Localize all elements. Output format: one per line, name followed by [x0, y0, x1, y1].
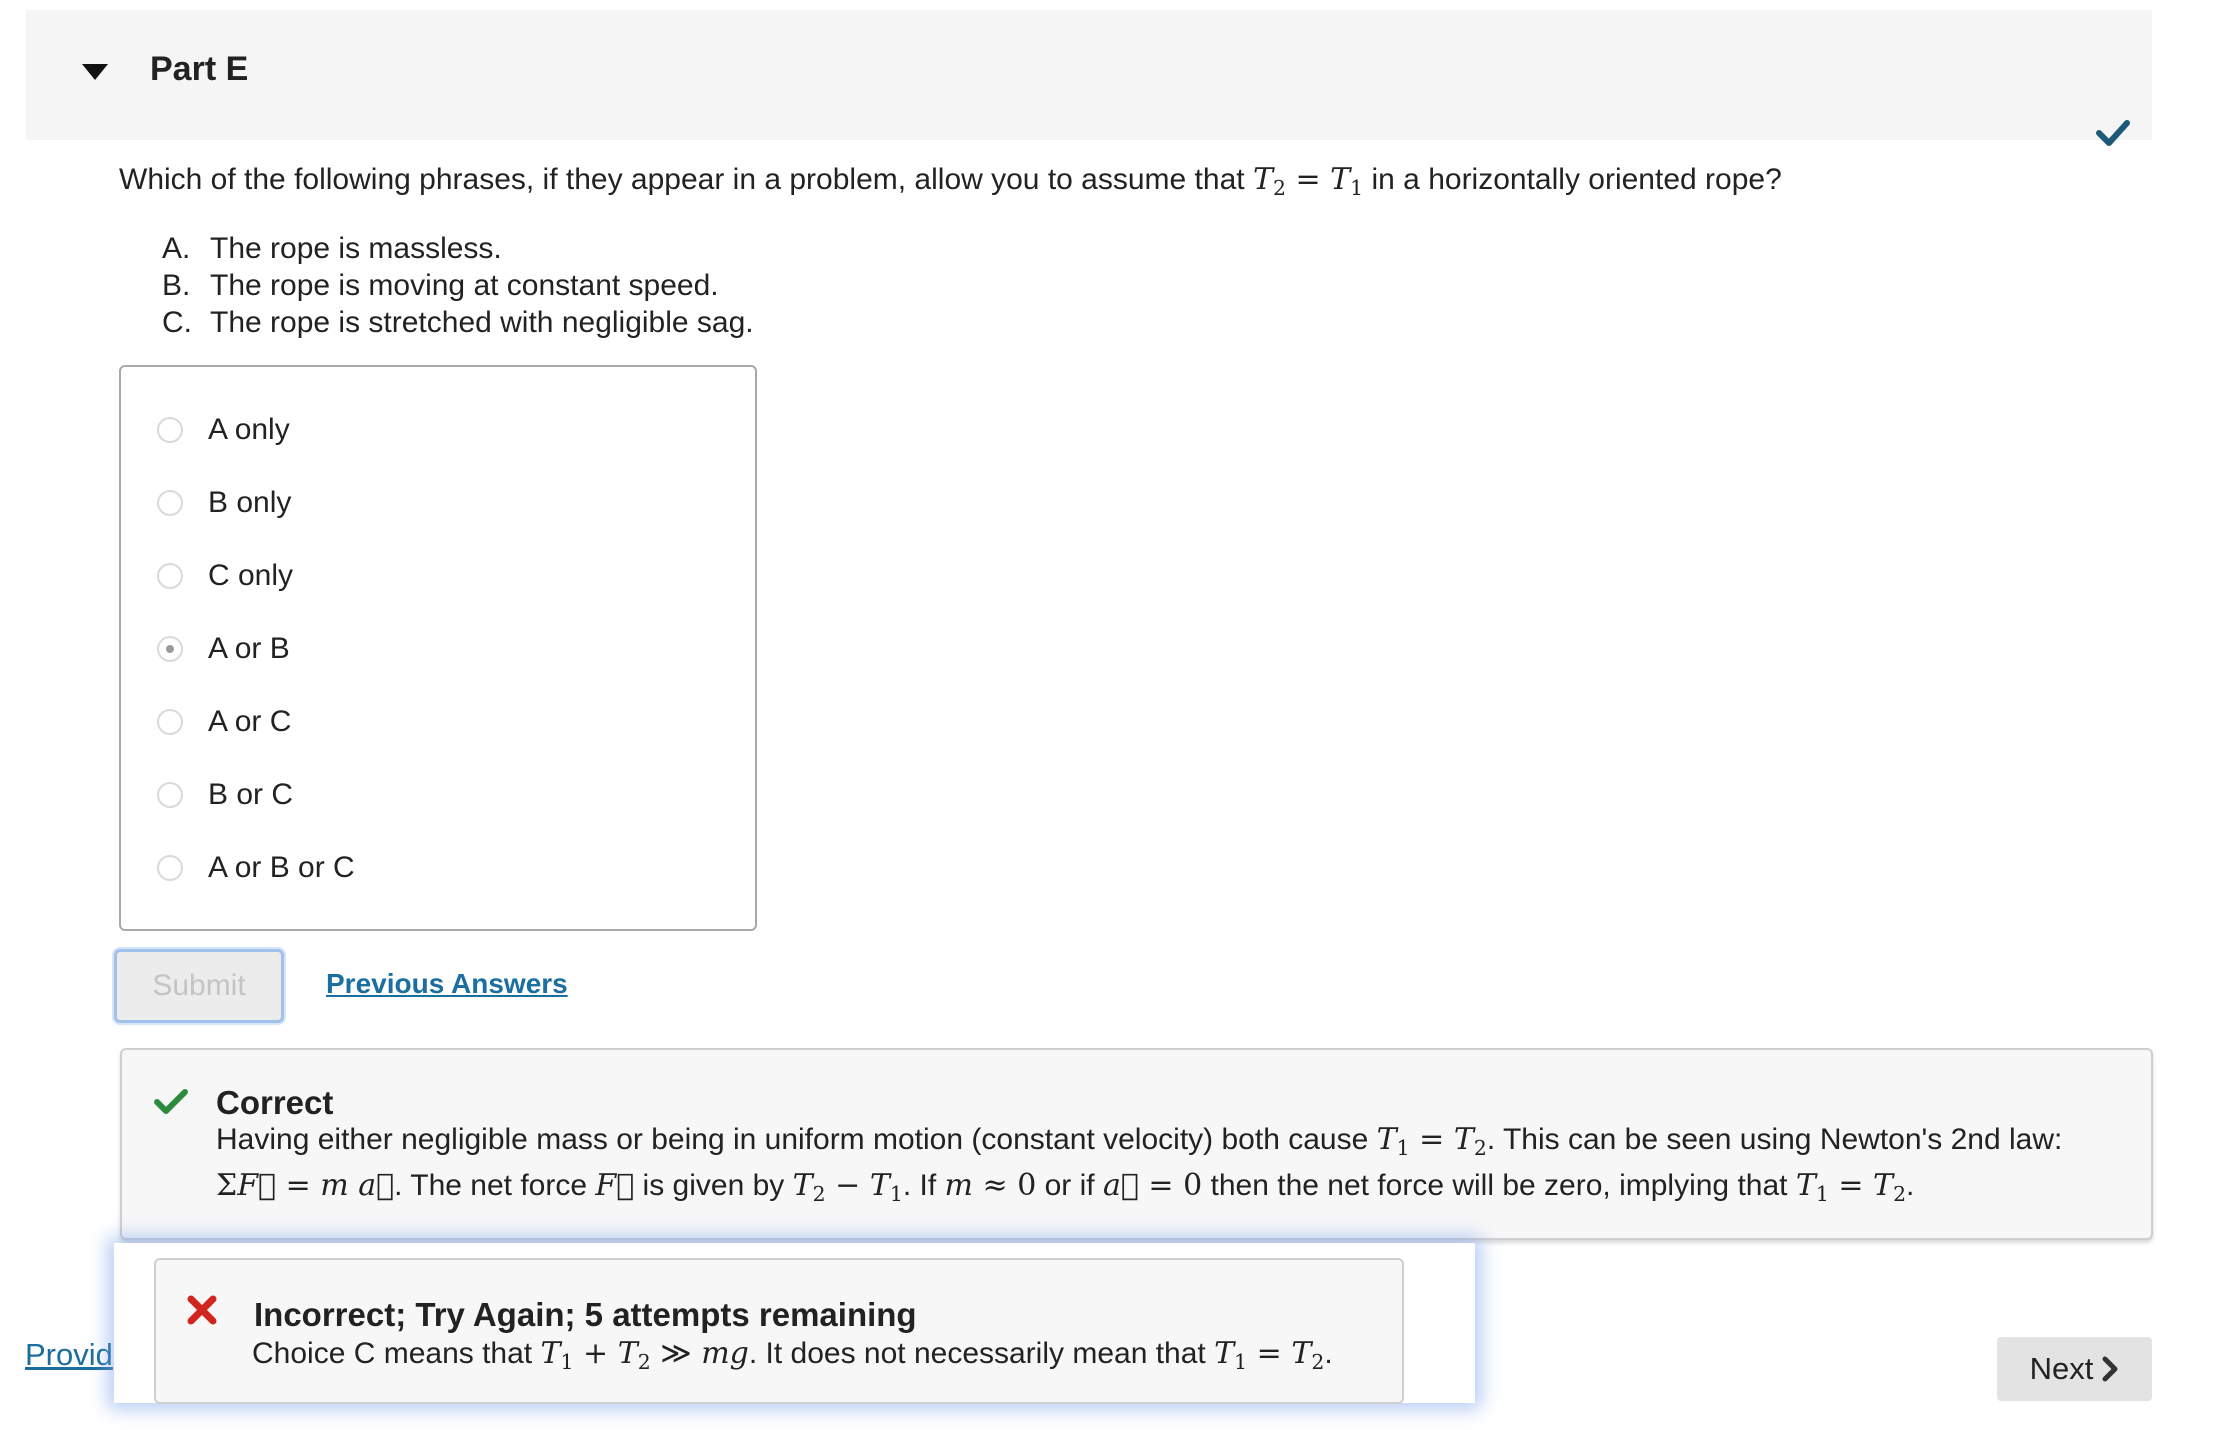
choice-a-or-c[interactable]: A or C — [157, 702, 291, 742]
math-t2-minus-t1: T2 − T1 — [792, 1168, 903, 1207]
choice-a-or-b-or-c[interactable]: A or B or C — [157, 848, 355, 888]
collapse-triangle-icon[interactable] — [82, 64, 108, 80]
math-force-vector: F⃗ — [595, 1168, 635, 1203]
part-title: Part E — [150, 50, 249, 88]
feedback-text: Choice C means that T1 + T2 ≫ mg. It doe… — [252, 1336, 1333, 1375]
math-t1-plus-t2-much-greater-mg: T1 + T2 ≫ mg — [540, 1336, 749, 1375]
previous-answers-link[interactable]: Previous Answers — [326, 968, 568, 1000]
feedback-line-1: Having either negligible mass or being i… — [216, 1122, 2063, 1161]
provide-feedback-link[interactable]: Provid — [25, 1337, 113, 1373]
statement-a: A. The rope is massless. — [162, 232, 502, 265]
radio-button[interactable] — [157, 563, 183, 589]
answer-choices: A only B only C only A or B A or C B or … — [119, 365, 757, 931]
check-icon — [2096, 120, 2130, 146]
radio-button[interactable] — [157, 490, 183, 516]
next-button[interactable]: Next — [1997, 1337, 2152, 1401]
choice-b-only[interactable]: B only — [157, 483, 291, 523]
statement-c: C. The rope is stretched with negligible … — [162, 306, 754, 339]
part-header: Part E — [26, 10, 2152, 146]
close-x-icon — [187, 1295, 217, 1325]
question-prefix: Which of the following phrases, if they … — [119, 163, 1253, 196]
question-text: Which of the following phrases, if they … — [119, 162, 1782, 201]
math-t1-equals-t2: T1 = T2 — [1795, 1168, 1907, 1207]
radio-button[interactable] — [157, 782, 183, 808]
math-m-approx-zero: m ≈ 0 — [944, 1168, 1037, 1203]
incorrect-feedback-popup: Incorrect; Try Again; 5 attempts remaini… — [114, 1243, 1475, 1404]
radio-button[interactable] — [157, 417, 183, 443]
math-a-equals-zero: a⃗ = 0 — [1102, 1168, 1203, 1203]
question-suffix: in a horizontally oriented rope? — [1363, 163, 1782, 196]
chevron-right-icon — [2102, 1356, 2118, 1382]
choice-b-or-c[interactable]: B or C — [157, 775, 293, 815]
feedback-line-2: ΣF⃗ = m a⃗. The net force F⃗ is given by… — [216, 1168, 1915, 1207]
math-newton-second-law: ΣF⃗ = m a⃗ — [216, 1168, 395, 1203]
submit-button[interactable]: Submit — [114, 949, 284, 1023]
check-icon — [154, 1089, 188, 1114]
radio-button[interactable] — [157, 709, 183, 735]
radio-button-selected[interactable] — [157, 636, 183, 662]
feedback-title: Incorrect; Try Again; 5 attempts remaini… — [254, 1296, 917, 1333]
math-t1-equals-t2: T1 = T2 — [1214, 1336, 1325, 1375]
statement-list: A. The rope is massless. B. The rope is mo… — [162, 230, 754, 341]
choice-c-only[interactable]: C only — [157, 556, 293, 596]
radio-button[interactable] — [157, 855, 183, 881]
statement-b: B. The rope is moving at constant speed. — [162, 269, 719, 302]
choice-a-only[interactable]: A only — [157, 410, 290, 450]
choice-a-or-b[interactable]: A or B — [157, 629, 290, 669]
correct-feedback: Correct Having either negligible mass or… — [120, 1048, 2153, 1240]
math-t1-equals-t2: T1 = T2 — [1376, 1122, 1487, 1161]
next-label: Next — [2029, 1351, 2094, 1386]
feedback-title: Correct — [216, 1084, 334, 1121]
incorrect-feedback: Incorrect; Try Again; 5 attempts remaini… — [154, 1258, 1404, 1404]
math-t2-equals-t1: T2 = T1 — [1252, 162, 1364, 201]
